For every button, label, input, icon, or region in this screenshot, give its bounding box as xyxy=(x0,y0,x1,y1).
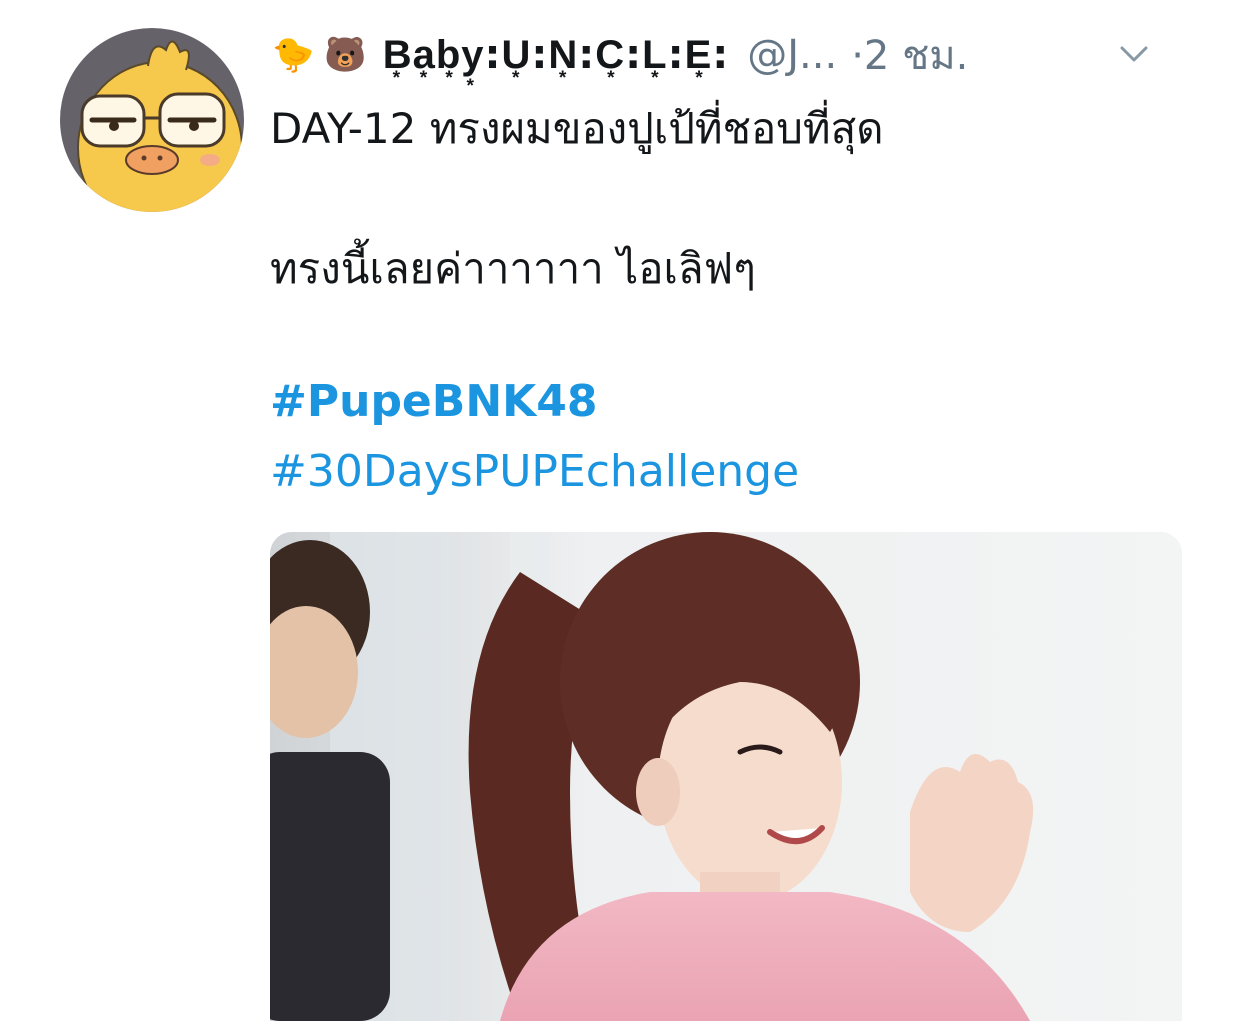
photo-illustration xyxy=(270,532,1182,1021)
tweet-header: 🐤 🐻 B͙a͙b͙y͙:U͙:N͙:C͙:L͙:E͙: @J... ·2 ชม… xyxy=(272,30,1202,80)
tweet-text-line-2: ทรงนี้เลยค่าาาาาา ไอเลิฟๆ xyxy=(270,244,756,293)
tweet-text-line-1: DAY-12 ทรงผมของปูเป้ที่ชอบที่สุด xyxy=(270,104,884,153)
user-handle[interactable]: @J... xyxy=(747,32,837,78)
chick-avatar-icon xyxy=(77,40,243,212)
bear-emoji: 🐻 xyxy=(324,35,367,75)
hashtag-link[interactable]: #PupeBNK48 xyxy=(270,380,597,424)
tweet-photo[interactable] xyxy=(270,532,1182,1021)
chick-emoji: 🐤 xyxy=(272,35,315,75)
chevron-down-icon[interactable] xyxy=(1118,40,1150,68)
timestamp[interactable]: ·2 ชม. xyxy=(851,23,968,87)
tweet[interactable]: 🐤 🐻 B͙a͙b͙y͙:U͙:N͙:C͙:L͙:E͙: @J... ·2 ชม… xyxy=(0,0,1242,1021)
display-name[interactable]: B͙a͙b͙y͙:U͙:N͙:C͙:L͙:E͙: xyxy=(383,32,730,78)
avatar[interactable] xyxy=(60,28,244,212)
hashtag-link[interactable]: #30DaysPUPEchallenge xyxy=(270,450,799,494)
